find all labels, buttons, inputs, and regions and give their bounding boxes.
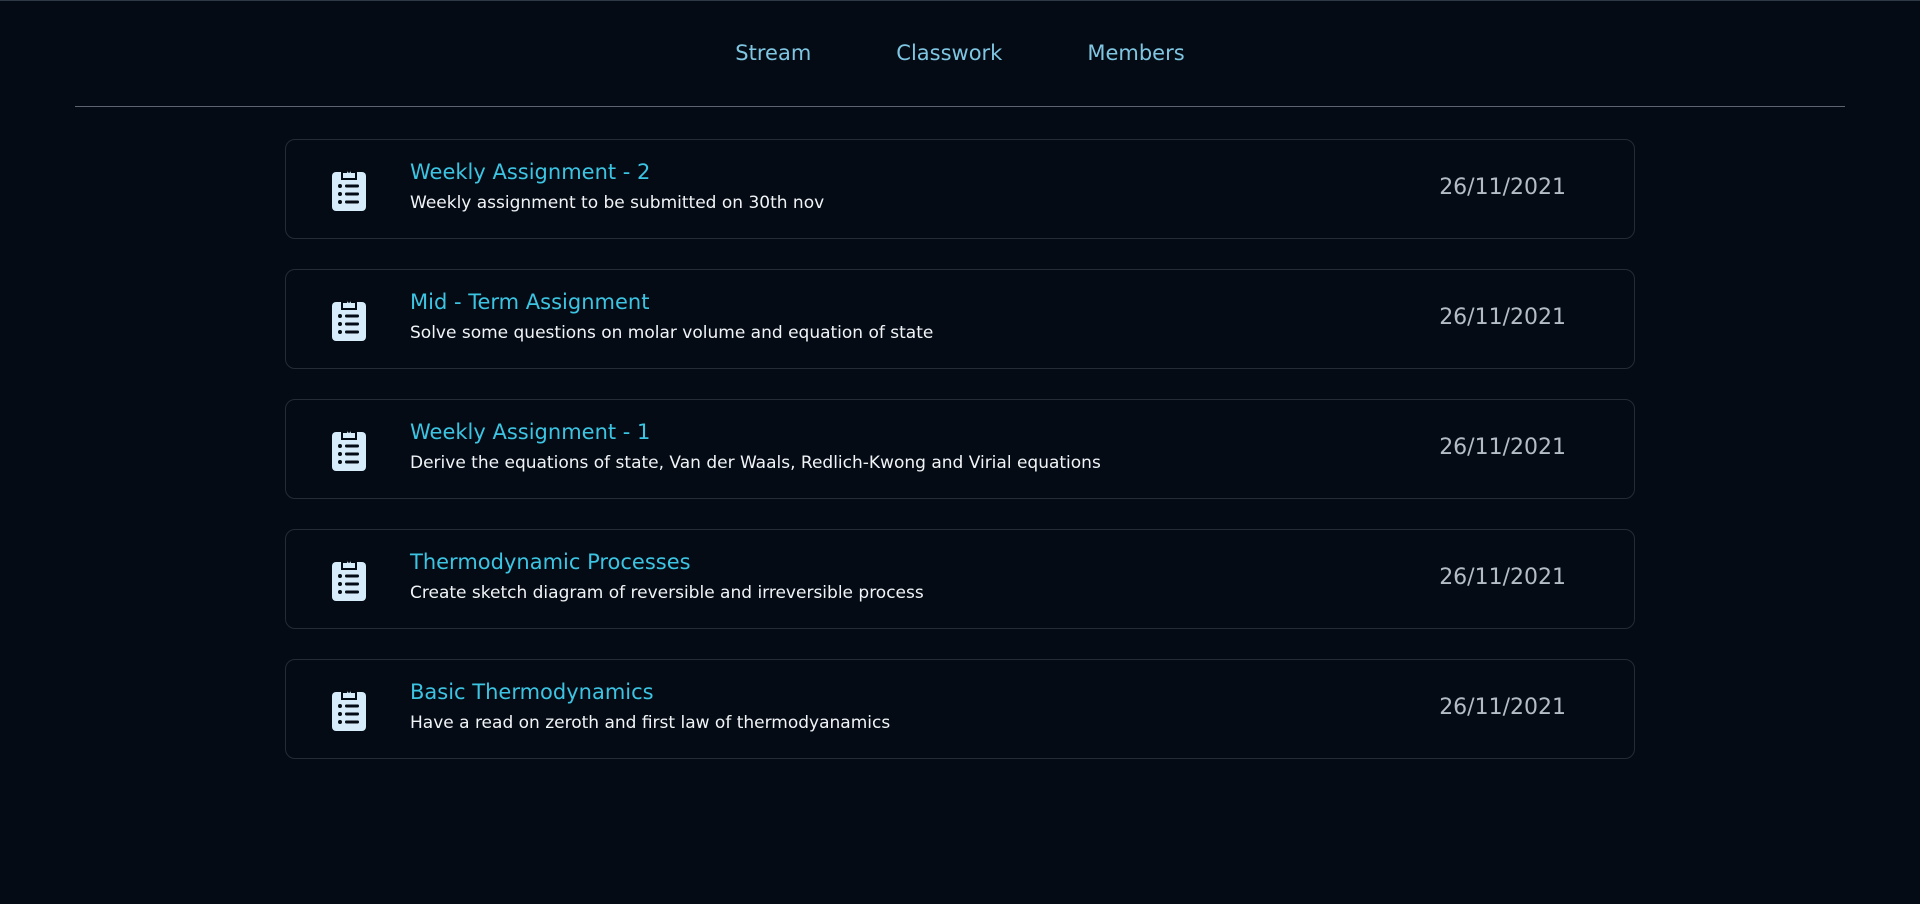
assignment-date: 26/11/2021 <box>1439 694 1566 720</box>
assignment-description: Weekly assignment to be submitted on 30t… <box>410 193 825 213</box>
clipboard-list-icon <box>330 685 368 733</box>
clipboard-list-icon <box>330 555 368 603</box>
assignment-card[interactable]: Weekly Assignment - 2 Weekly assignment … <box>285 139 1635 239</box>
clipboard-list-icon <box>330 425 368 473</box>
assignment-title[interactable]: Mid - Term Assignment <box>410 288 1439 316</box>
assignment-title[interactable]: Basic Thermodynamics <box>410 678 1439 706</box>
assignment-date: 26/11/2021 <box>1439 174 1566 200</box>
assignment-date: 26/11/2021 <box>1439 564 1566 590</box>
tab-classwork[interactable]: Classwork <box>896 41 1002 65</box>
assignment-description: Create sketch diagram of reversible and … <box>410 583 924 603</box>
tab-members[interactable]: Members <box>1087 41 1184 65</box>
assignment-title[interactable]: Weekly Assignment - 2 <box>410 158 1439 186</box>
assignment-card[interactable]: Basic Thermodynamics Have a read on zero… <box>285 659 1635 759</box>
assignment-date: 26/11/2021 <box>1439 434 1566 460</box>
tab-stream[interactable]: Stream <box>735 41 811 65</box>
assignment-list: Weekly Assignment - 2 Weekly assignment … <box>285 139 1635 789</box>
clipboard-list-icon <box>330 295 368 343</box>
assignment-description: Have a read on zeroth and first law of t… <box>410 713 891 733</box>
classroom-page: Stream Classwork Members Weekly Assignme… <box>0 0 1920 904</box>
assignment-title[interactable]: Thermodynamic Processes <box>410 548 1439 576</box>
clipboard-list-icon <box>330 165 368 213</box>
assignment-date: 26/11/2021 <box>1439 304 1566 330</box>
assignment-card[interactable]: Weekly Assignment - 1 Derive the equatio… <box>285 399 1635 499</box>
top-nav: Stream Classwork Members <box>75 1 1845 107</box>
assignment-card[interactable]: Thermodynamic Processes Create sketch di… <box>285 529 1635 629</box>
assignment-description: Solve some questions on molar volume and… <box>410 323 934 343</box>
assignment-card[interactable]: Mid - Term Assignment Solve some questio… <box>285 269 1635 369</box>
assignment-description: Derive the equations of state, Van der W… <box>410 453 1101 473</box>
assignment-title[interactable]: Weekly Assignment - 1 <box>410 418 1439 446</box>
